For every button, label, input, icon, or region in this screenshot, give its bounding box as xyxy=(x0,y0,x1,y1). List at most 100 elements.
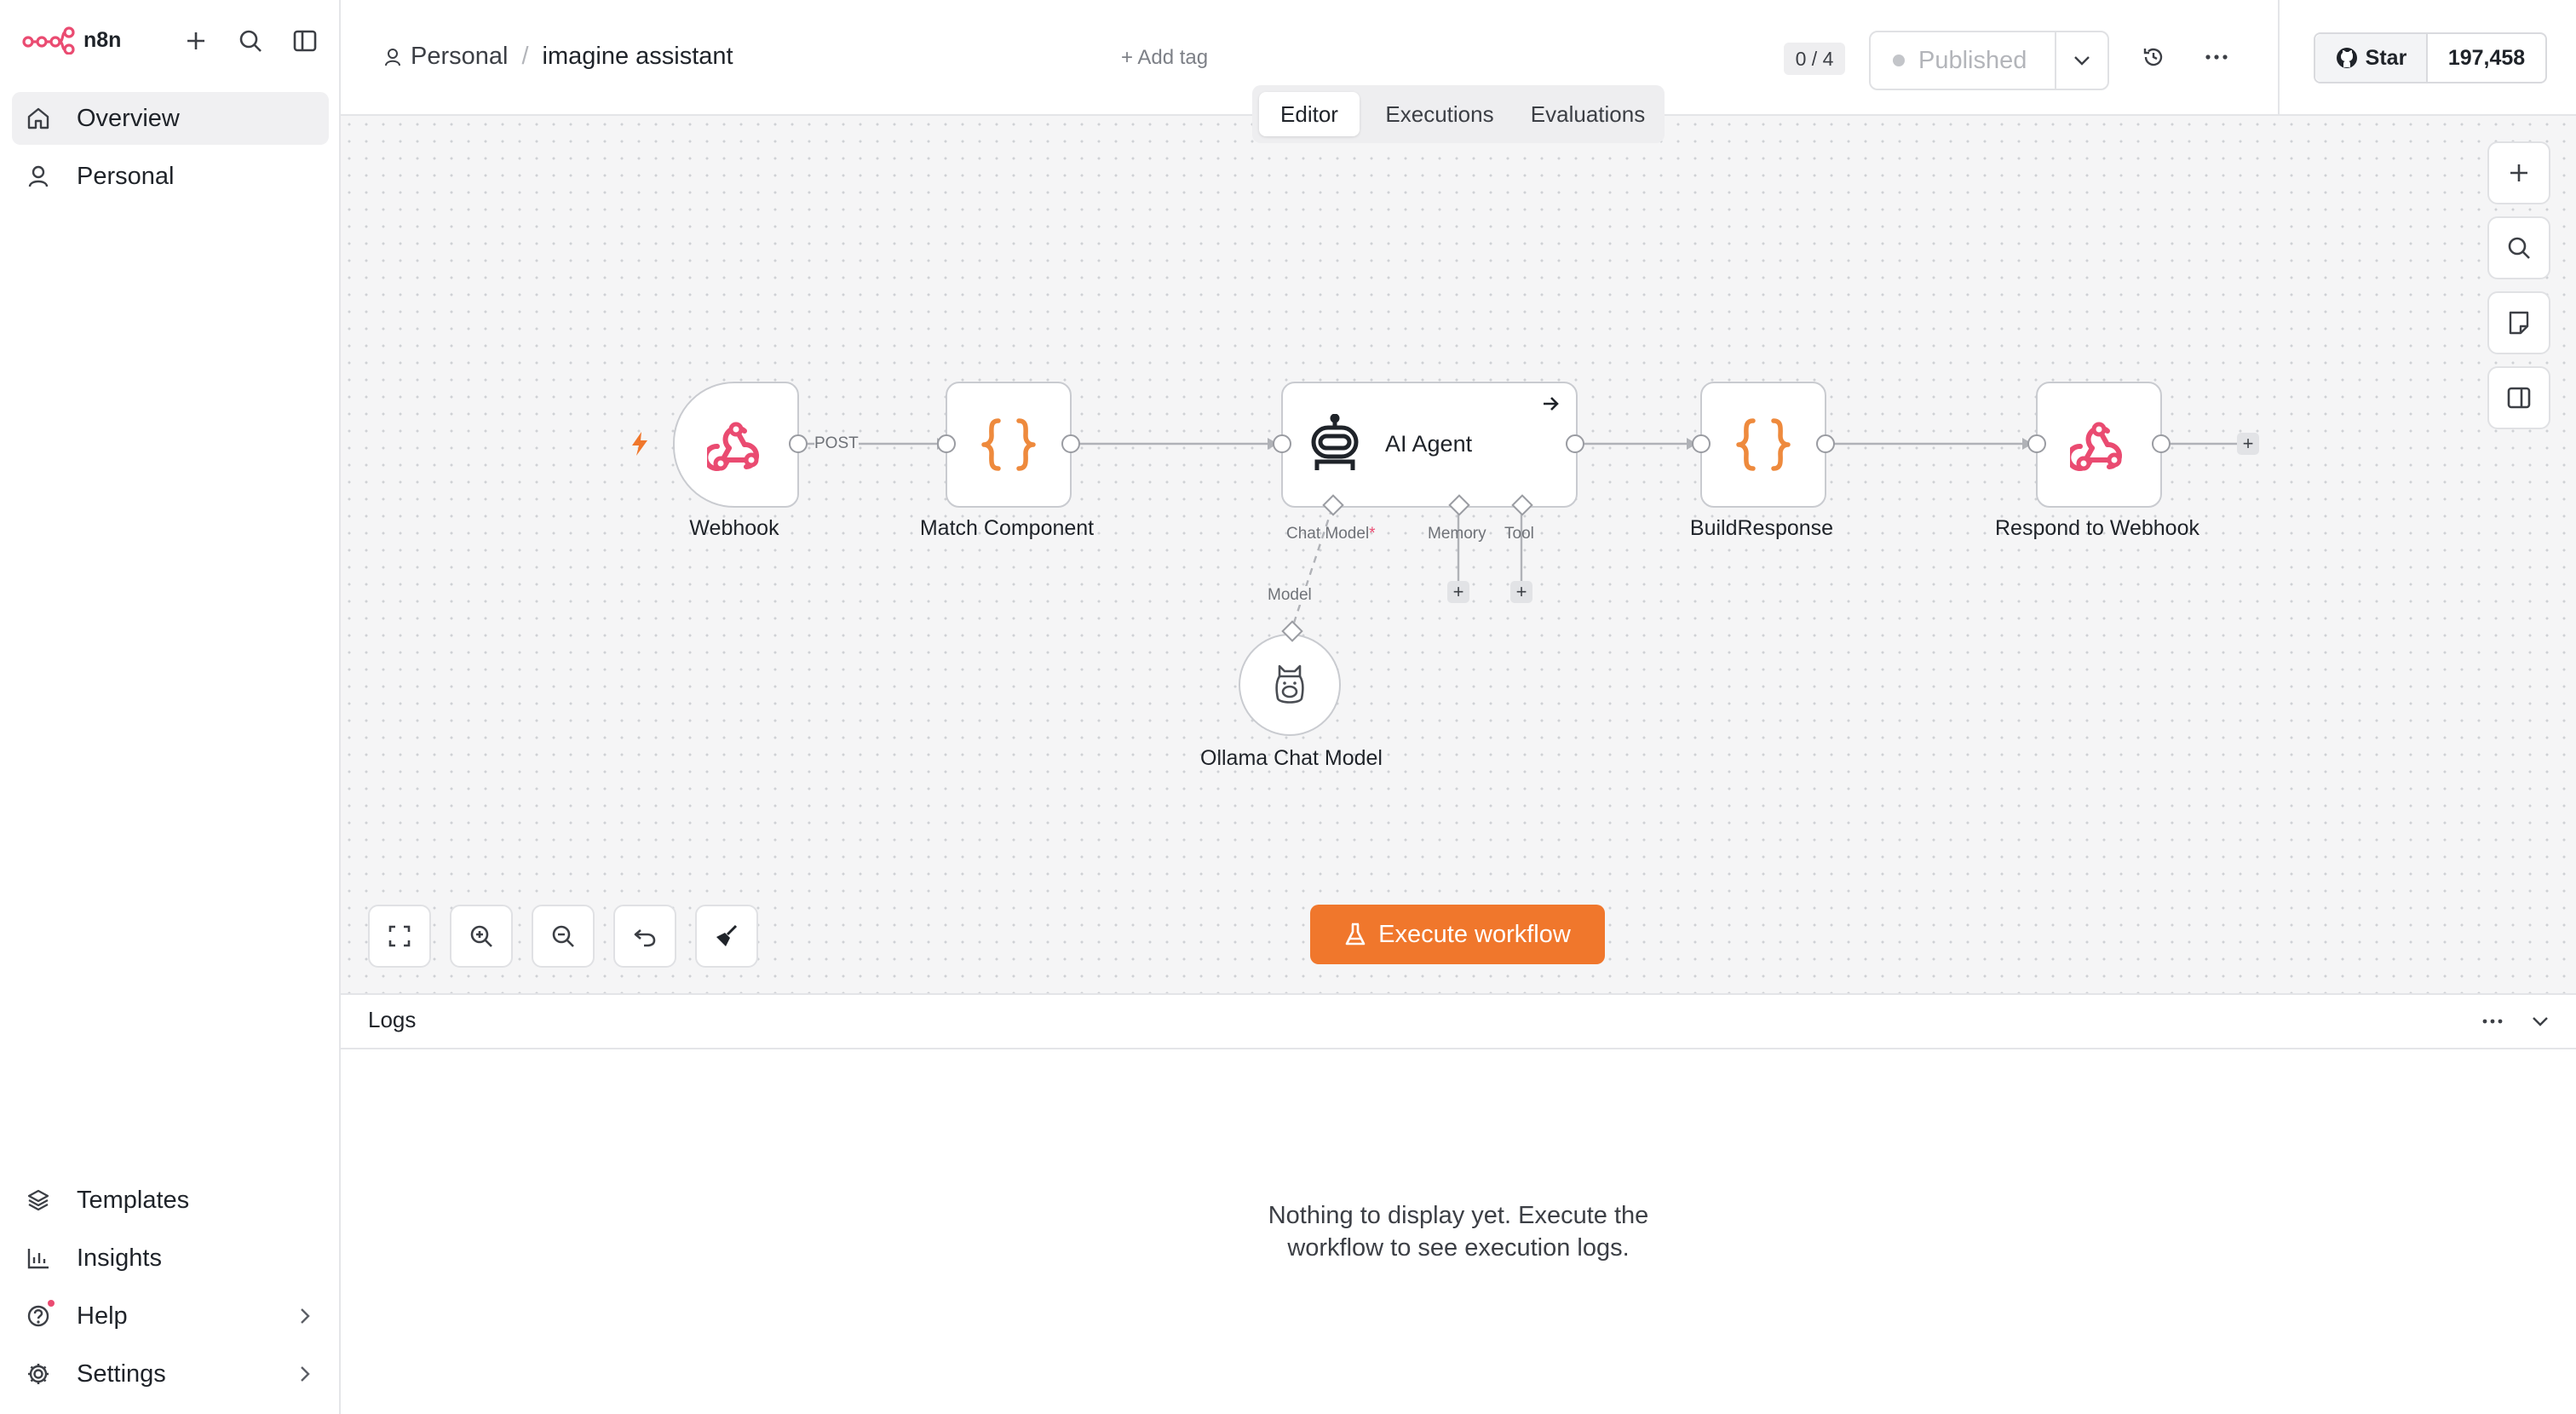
search-icon xyxy=(2508,237,2530,259)
connections-layer xyxy=(806,438,2237,631)
code-braces-icon xyxy=(1736,418,1791,471)
tab-executions[interactable]: Executions xyxy=(1368,92,1511,136)
toggle-panel-button[interactable] xyxy=(2487,366,2550,429)
gear-icon xyxy=(24,1361,53,1387)
chevron-right-icon xyxy=(301,1308,310,1324)
breadcrumb: Personal / imagine assistant xyxy=(383,43,733,71)
sidebar-toggle-icon xyxy=(293,30,317,52)
node-webhook[interactable] xyxy=(673,382,799,508)
ellipsis-icon xyxy=(2482,1019,2503,1024)
sidebar-item-settings[interactable]: Settings xyxy=(12,1348,329,1400)
required-mark: * xyxy=(1369,525,1376,543)
output-port[interactable] xyxy=(1061,434,1080,453)
model-label: Model xyxy=(1268,586,1312,605)
zoom-out-button[interactable] xyxy=(532,905,595,968)
app-name: n8n xyxy=(83,27,122,52)
flask-icon xyxy=(1345,923,1366,946)
more-options-button[interactable] xyxy=(2198,38,2235,76)
templates-icon xyxy=(24,1187,53,1213)
tab-evaluations[interactable]: Evaluations xyxy=(1516,92,1659,136)
notification-dot xyxy=(48,1300,55,1307)
counter-badge: 0 / 4 xyxy=(1784,43,1845,75)
node-build-response[interactable] xyxy=(1700,382,1826,508)
add-tag-button[interactable]: + Add tag xyxy=(1121,46,1208,70)
user-icon xyxy=(385,48,400,66)
sidebar-item-templates[interactable]: Templates xyxy=(12,1174,329,1227)
zoom-in-button[interactable] xyxy=(450,905,513,968)
logs-empty-line: workflow to see execution logs. xyxy=(1287,1234,1630,1262)
sidebar-item-label: Help xyxy=(77,1302,128,1330)
github-star-label: Star xyxy=(2365,45,2407,70)
add-node-button[interactable]: + xyxy=(2237,433,2259,455)
sidebar-item-label: Templates xyxy=(77,1186,190,1214)
input-port[interactable] xyxy=(1692,434,1711,453)
github-star-widget[interactable]: Star 197,458 xyxy=(2314,32,2547,83)
output-port[interactable] xyxy=(1816,434,1835,453)
logs-panel: Logs Nothing to display yet. Execute the… xyxy=(341,995,2576,1414)
edge-label-post: POST xyxy=(814,434,859,453)
publish-dropdown-button[interactable] xyxy=(2056,32,2107,89)
sidebar-item-overview[interactable]: Overview xyxy=(12,92,329,145)
webhook-icon xyxy=(2070,422,2122,471)
breadcrumb-project[interactable]: Personal xyxy=(411,43,508,71)
logs-collapse-button[interactable] xyxy=(2523,1009,2557,1034)
counter-text: 0 / 4 xyxy=(1795,47,1834,70)
github-count-text: 197,458 xyxy=(2447,45,2526,70)
node-ai-agent[interactable]: AI Agent xyxy=(1281,382,1578,508)
output-port[interactable] xyxy=(1566,434,1584,453)
sidebar-item-insights[interactable]: Insights xyxy=(12,1232,329,1285)
zoom-in-icon xyxy=(470,925,492,947)
tab-label: Executions xyxy=(1385,101,1494,127)
workflow-canvas[interactable]: POST Webhook Match Component AI Agent Ch… xyxy=(341,116,2576,995)
publish-label: Published xyxy=(1918,46,2027,74)
tab-label: Evaluations xyxy=(1530,101,1646,127)
node-label-build-response: BuildResponse xyxy=(1689,516,1834,540)
fit-view-button[interactable] xyxy=(368,905,431,968)
logs-empty-line: Nothing to display yet. Execute the xyxy=(1268,1202,1649,1229)
logs-title: Logs xyxy=(368,1007,417,1032)
input-port[interactable] xyxy=(937,434,956,453)
chat-model-label: Chat Model* xyxy=(1286,525,1376,543)
undo-button[interactable] xyxy=(613,905,676,968)
n8n-logo[interactable]: n8n xyxy=(22,26,121,55)
output-port[interactable] xyxy=(2152,434,2171,453)
execute-workflow-button[interactable]: Execute workflow xyxy=(1310,905,1605,964)
panel-icon xyxy=(2507,387,2531,409)
create-button[interactable] xyxy=(177,22,215,60)
add-node-panel-button[interactable] xyxy=(2487,141,2550,204)
publish-split-button: Published xyxy=(1869,31,2109,90)
github-star-button[interactable]: Star xyxy=(2315,34,2426,82)
workflow-name[interactable]: imagine assistant xyxy=(543,43,733,71)
broom-icon xyxy=(716,924,738,946)
github-star-count[interactable]: 197,458 xyxy=(2428,34,2545,82)
tab-editor[interactable]: Editor xyxy=(1259,92,1360,136)
chart-icon xyxy=(24,1245,53,1271)
n8n-logo-icon xyxy=(22,26,75,55)
sticky-note-button[interactable] xyxy=(2487,291,2550,354)
input-port[interactable] xyxy=(1273,434,1291,453)
search-nodes-button[interactable] xyxy=(2487,216,2550,279)
search-button[interactable] xyxy=(232,22,269,60)
output-port[interactable] xyxy=(789,434,808,453)
add-tool-button[interactable]: + xyxy=(1510,581,1532,603)
sidebar-item-help[interactable]: Help xyxy=(12,1290,329,1342)
history-button[interactable] xyxy=(2135,38,2172,76)
node-respond-to-webhook[interactable] xyxy=(2036,382,2162,508)
search-icon xyxy=(239,30,262,52)
tidy-up-button[interactable] xyxy=(695,905,758,968)
sidebar-item-label: Insights xyxy=(77,1244,162,1272)
node-match-component[interactable] xyxy=(946,382,1072,508)
chevron-right-icon xyxy=(301,1366,310,1382)
sidebar-item-personal[interactable]: Personal xyxy=(12,150,329,203)
collapse-sidebar-button[interactable] xyxy=(286,22,324,60)
undo-icon xyxy=(634,929,656,947)
node-ollama-chat-model[interactable] xyxy=(1239,634,1341,736)
publish-button[interactable]: Published xyxy=(1871,32,2055,89)
code-braces-icon xyxy=(981,418,1036,471)
input-port[interactable] xyxy=(2027,434,2046,453)
add-memory-button[interactable]: + xyxy=(1447,581,1469,603)
logs-header[interactable]: Logs xyxy=(341,995,2576,1049)
node-label-ollama-chat-model: Ollama Chat Model xyxy=(1200,746,1383,770)
logs-options-button[interactable] xyxy=(2475,1009,2510,1034)
logs-empty-message: Nothing to display yet. Execute the work… xyxy=(1237,1199,1680,1264)
